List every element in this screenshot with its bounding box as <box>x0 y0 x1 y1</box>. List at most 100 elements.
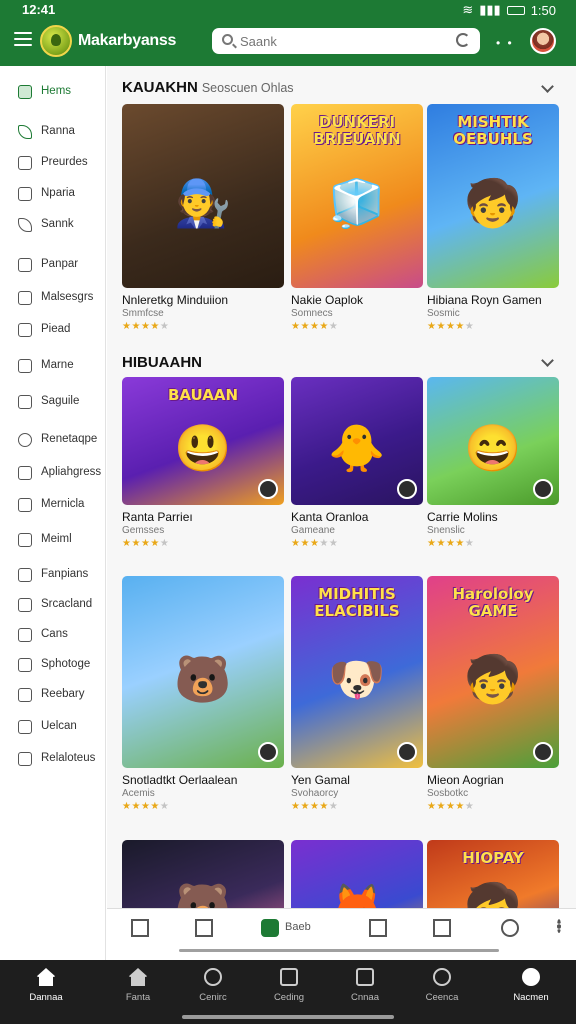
game-title[interactable]: Hibiana Royn Gamen <box>427 293 542 307</box>
bottom-nav-nacmen[interactable]: Nacmen <box>501 968 561 1012</box>
menu-icon[interactable] <box>14 32 32 46</box>
sidebar-item-apliahgress[interactable]: Apliahgress <box>0 461 106 485</box>
sidebar-item-sphotoge[interactable]: Sphotoge <box>0 653 106 677</box>
section-title-text: HIBUAAHN <box>122 354 202 371</box>
game-thumbnail[interactable]: MISHTIK OEBUHLS 🧒 <box>427 104 559 288</box>
note-icon <box>18 359 32 373</box>
leaf-icon <box>18 125 32 139</box>
bottom-nav-ceding[interactable]: Ceding <box>259 968 319 1012</box>
sidebar-item-label: Preurdes <box>41 156 88 168</box>
sidebar-item-label: Nparia <box>41 187 75 199</box>
status-time: 12:41 <box>22 2 56 17</box>
chevron-down-icon[interactable] <box>541 354 554 367</box>
bottom-nav-label: Ceding <box>273 992 305 1003</box>
sidebar-item-meiml[interactable]: Meiml <box>0 528 106 552</box>
bookmark-icon <box>18 568 32 582</box>
game-subtitle: Sosmic <box>427 308 460 319</box>
sidebar-item-label: Srcacland <box>41 598 93 610</box>
game-thumbnail[interactable]: MIDHITIS ELACIBILS 🐶 <box>291 576 423 768</box>
scroll-indicator[interactable] <box>179 949 499 952</box>
bottom-nav-cenirc[interactable]: Cenirc <box>183 968 243 1012</box>
game-thumbnail[interactable]: HIOPAY 🧒 <box>427 840 559 908</box>
sidebar-item-reebary[interactable]: Reebary <box>0 683 106 707</box>
sidebar-item-mernicla[interactable]: Mernicla <box>0 493 106 517</box>
platform-badge-icon <box>533 479 553 499</box>
sidebar-item-ranna[interactable]: Ranna <box>0 120 106 144</box>
game-thumbnail[interactable]: 🐻 <box>122 840 284 908</box>
avatar[interactable] <box>530 28 556 54</box>
shield-icon <box>18 498 32 512</box>
person-icon <box>501 919 519 937</box>
search-input[interactable] <box>240 31 440 51</box>
search-icon <box>18 433 32 447</box>
star-rating: ★★★★★ <box>122 801 170 812</box>
game-subtitle: Svohaorcy <box>291 788 339 799</box>
sidebar-item-label: Ranna <box>41 125 75 137</box>
ticket-icon <box>18 187 32 201</box>
chevron-down-icon[interactable] <box>541 80 554 93</box>
game-thumbnail[interactable]: 🐥 <box>291 377 423 505</box>
status-icons: ≋ ▮▮▮ 1:50 <box>462 2 556 18</box>
wifi-icon: ≋ <box>462 2 474 17</box>
app-header: 12:41 ≋ ▮▮▮ 1:50 Makarbyanss • • <box>0 0 576 66</box>
section-title: KAUAKHN Seoscuen Ohlas <box>122 79 294 96</box>
section-subtitle: Seoscuen Ohlas <box>201 81 294 95</box>
game-title[interactable]: Nakie Oaplok <box>291 293 363 307</box>
game-thumbnail[interactable]: 😄 <box>427 377 559 505</box>
game-title[interactable]: Carrie Molins <box>427 510 498 524</box>
bottom-nav-ceenca[interactable]: Ceenca <box>412 968 472 1012</box>
app-bar: Makarbyanss • • <box>0 22 576 62</box>
game-thumbnail[interactable]: BAUAAN 😃 <box>122 377 284 505</box>
sidebar-item-renetaqpe[interactable]: Renetaqpe <box>0 428 106 452</box>
game-title[interactable]: Mieon Aogrian <box>427 773 504 787</box>
sidebar-item-marne[interactable]: Marne <box>0 354 106 378</box>
sidebar-item-label: Sannk <box>41 218 74 230</box>
sidebar-item-preurdes[interactable]: Preurdes <box>0 151 106 175</box>
sidebar-item-piead[interactable]: Piead <box>0 318 106 342</box>
sidebar-item-cans[interactable]: Cans <box>0 623 106 647</box>
bottom-nav-dannaa[interactable]: Dannaa <box>16 968 76 1012</box>
game-thumbnail[interactable]: 🦊 <box>291 840 423 908</box>
tag-icon <box>18 156 32 170</box>
main-content: KAUAKHN Seoscuen Ohlas HIBUAAHN 🧑‍🔧 Nnlere… <box>107 66 576 908</box>
sidebar-item-label: Relaloteus <box>41 752 96 764</box>
platform-badge-icon <box>397 742 417 762</box>
sidebar-item-saguile[interactable]: Saguile <box>0 390 106 414</box>
game-art-icon: 😃 <box>174 422 232 474</box>
sidebar-item-relaloteus[interactable]: Relaloteus <box>0 747 106 771</box>
game-title[interactable]: Ranta Parrieı <box>122 510 193 524</box>
game-title[interactable]: Kanta Oranloa <box>291 510 368 524</box>
calendar-icon <box>280 968 298 986</box>
game-title[interactable]: Nnleretkg Minduiion <box>122 293 228 307</box>
game-thumbnail[interactable]: DUNKERI BRIEUANN 🧊 <box>291 104 423 288</box>
book-icon <box>18 688 32 702</box>
game-thumbnail[interactable]: Harololoy GAME 🧒 <box>427 576 559 768</box>
sidebar-item-label: Saguile <box>41 395 80 407</box>
sidebar-item-panpar[interactable]: Panpar <box>0 253 106 277</box>
game-title[interactable]: Yen Gamal <box>291 773 350 787</box>
game-thumbnail[interactable]: 🐻 <box>122 576 284 768</box>
star-rating: ★★★★★ <box>427 538 475 549</box>
sidebar-item-nparia[interactable]: Nparia <box>0 182 106 206</box>
game-title[interactable]: Snotladtkt Oerlaalean <box>122 773 237 787</box>
sidebar-item-sannk[interactable]: Sannk <box>0 213 106 237</box>
search-bar[interactable] <box>212 28 480 54</box>
home-icon <box>131 919 149 937</box>
sidebar-item-srcacland[interactable]: Srcacland <box>0 593 106 617</box>
chat-icon <box>18 628 32 642</box>
bottom-nav-fanta[interactable]: Fanta <box>108 968 168 1012</box>
star-rating: ★★★★★ <box>122 538 170 549</box>
star-rating: ★★★★★ <box>427 321 475 332</box>
home-indicator[interactable] <box>182 1015 394 1019</box>
sidebar-item-hems[interactable]: Hems <box>0 80 106 104</box>
sidebar-item-fanpians[interactable]: Fanpians <box>0 563 106 587</box>
box-icon <box>356 968 374 986</box>
game-subtitle: Somnecs <box>291 308 333 319</box>
sidebar-item-label: Fanpians <box>41 568 89 580</box>
sidebar-item-malsesgrs[interactable]: Malsesgrs <box>0 286 106 310</box>
bottom-nav-cnnaa[interactable]: Cnnaa <box>335 968 395 1012</box>
refresh-icon[interactable] <box>456 33 470 47</box>
sidebar-item-uelcan[interactable]: Uelcan <box>0 715 106 739</box>
game-thumbnail[interactable]: 🧑‍🔧 <box>122 104 284 288</box>
more-icon[interactable]: • • <box>496 36 514 50</box>
